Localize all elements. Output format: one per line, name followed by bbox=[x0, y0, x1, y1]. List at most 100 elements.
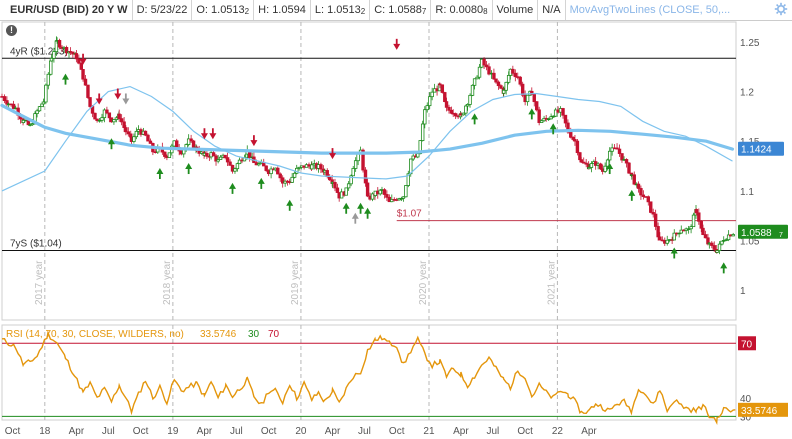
time-tick-label: Jul bbox=[358, 426, 371, 437]
sell-arrow-icon-head bbox=[393, 43, 401, 50]
neutral-arrow-icon-head bbox=[122, 98, 130, 105]
price-tick-label: 1.25 bbox=[740, 38, 760, 49]
time-tick-label: Oct bbox=[133, 426, 149, 437]
time-tick-label: 19 bbox=[167, 426, 179, 437]
rsi-overbought-label: 70 bbox=[268, 329, 280, 340]
candle-body bbox=[440, 84, 445, 93]
buy-arrow-icon bbox=[528, 108, 536, 120]
candle-body bbox=[124, 127, 128, 133]
sell-arrow-icon-head bbox=[200, 133, 208, 140]
main-plot-frame bbox=[1, 21, 737, 321]
candle-body bbox=[74, 53, 79, 60]
buy-arrow-icon-head bbox=[257, 177, 265, 184]
candle-body bbox=[132, 136, 136, 142]
candle-body bbox=[44, 84, 48, 103]
neutral-arrow-icon-head bbox=[351, 212, 359, 219]
candle-body bbox=[225, 157, 230, 163]
sell-arrow-icon bbox=[393, 38, 401, 50]
candle-body bbox=[482, 58, 486, 66]
candle-body bbox=[444, 101, 449, 108]
buy-arrow-icon-head bbox=[342, 202, 350, 209]
buy-arrow-icon-head bbox=[62, 73, 70, 80]
candle-body bbox=[712, 245, 716, 250]
candle-body bbox=[79, 62, 83, 70]
sell-arrow-icon-head bbox=[209, 133, 217, 140]
candle-body bbox=[46, 73, 51, 86]
neutral-arrow-icon bbox=[351, 212, 359, 224]
buy-arrow-icon bbox=[670, 247, 678, 259]
year-label: 2021 year bbox=[546, 260, 557, 305]
candle-body bbox=[589, 163, 594, 168]
candle-body bbox=[105, 109, 109, 114]
candle-body bbox=[701, 227, 705, 236]
buy-arrow-icon-head bbox=[364, 207, 372, 214]
candle-body bbox=[430, 91, 434, 98]
rsi-oversold-label: 30 bbox=[248, 329, 260, 340]
candle-body bbox=[420, 123, 425, 141]
sell-arrow-icon-head bbox=[250, 140, 258, 147]
buy-arrow-icon bbox=[229, 182, 237, 194]
candle-body bbox=[346, 183, 351, 189]
candle-body bbox=[598, 163, 603, 170]
candle-body bbox=[472, 78, 477, 86]
candle-body bbox=[492, 72, 496, 80]
candle-body bbox=[532, 94, 536, 103]
candle-body bbox=[561, 108, 565, 116]
candle-body bbox=[228, 161, 232, 166]
buy-arrow-icon-head bbox=[357, 202, 365, 209]
time-tick-label: 18 bbox=[39, 426, 51, 437]
candle-body bbox=[627, 162, 631, 174]
time-tick-label: Oct bbox=[5, 426, 21, 437]
candle-body bbox=[319, 164, 323, 170]
price-tick-label: 1.2 bbox=[740, 88, 754, 99]
candle-body bbox=[205, 152, 209, 157]
candle-body bbox=[117, 113, 121, 120]
candle-body bbox=[404, 185, 408, 198]
time-tick-label: Apr bbox=[581, 426, 597, 437]
candle-body bbox=[382, 189, 387, 195]
candle-body bbox=[504, 81, 508, 91]
candle-body bbox=[717, 243, 722, 251]
candle-body bbox=[52, 51, 56, 59]
candle-body bbox=[211, 152, 216, 157]
candle-body bbox=[468, 94, 472, 105]
candle-body bbox=[264, 165, 268, 171]
time-tick-label: Apr bbox=[453, 426, 469, 437]
candle-body bbox=[328, 176, 332, 181]
candle-body bbox=[464, 105, 468, 114]
buy-arrow-icon bbox=[257, 177, 265, 189]
candle-body bbox=[310, 164, 314, 170]
candle-body bbox=[502, 89, 506, 94]
candle-body bbox=[146, 134, 150, 142]
time-tick-label: Jul bbox=[102, 426, 115, 437]
candle-body bbox=[535, 101, 539, 111]
candle-body bbox=[83, 78, 88, 86]
year-label: 2017 year bbox=[34, 260, 45, 305]
candle-body bbox=[646, 196, 650, 203]
buy-arrow-icon bbox=[342, 202, 350, 214]
time-tick-label: 22 bbox=[552, 426, 564, 437]
buy-arrow-icon-head bbox=[471, 113, 479, 120]
candle-body bbox=[423, 109, 427, 125]
candle-body bbox=[57, 39, 62, 48]
buy-arrow-icon bbox=[62, 73, 70, 85]
candle-body bbox=[100, 117, 104, 121]
rsi-line bbox=[1, 329, 736, 425]
chart-canvas[interactable]: 2017 year 2018 year 2019 year 2020 year 2021… bbox=[0, 0, 792, 439]
candle-body bbox=[37, 106, 42, 112]
candle-body bbox=[129, 133, 133, 138]
buy-arrow-icon-head bbox=[720, 262, 728, 269]
candle-body bbox=[447, 106, 451, 111]
time-tick-label: Oct bbox=[389, 426, 405, 437]
time-tick-label: Jul bbox=[486, 426, 499, 437]
candle-body bbox=[427, 96, 432, 107]
buy-arrow-icon bbox=[156, 168, 164, 179]
year-label: 2020 year bbox=[418, 260, 429, 305]
last-price-sub: 7 bbox=[779, 232, 783, 239]
level-label: 7yS ($1.04) bbox=[10, 238, 62, 249]
candle-body bbox=[365, 182, 370, 197]
candle-body bbox=[477, 66, 482, 78]
candle-body bbox=[77, 58, 81, 64]
buy-arrow-icon bbox=[471, 113, 479, 125]
buy-arrow-icon-head bbox=[549, 123, 557, 130]
